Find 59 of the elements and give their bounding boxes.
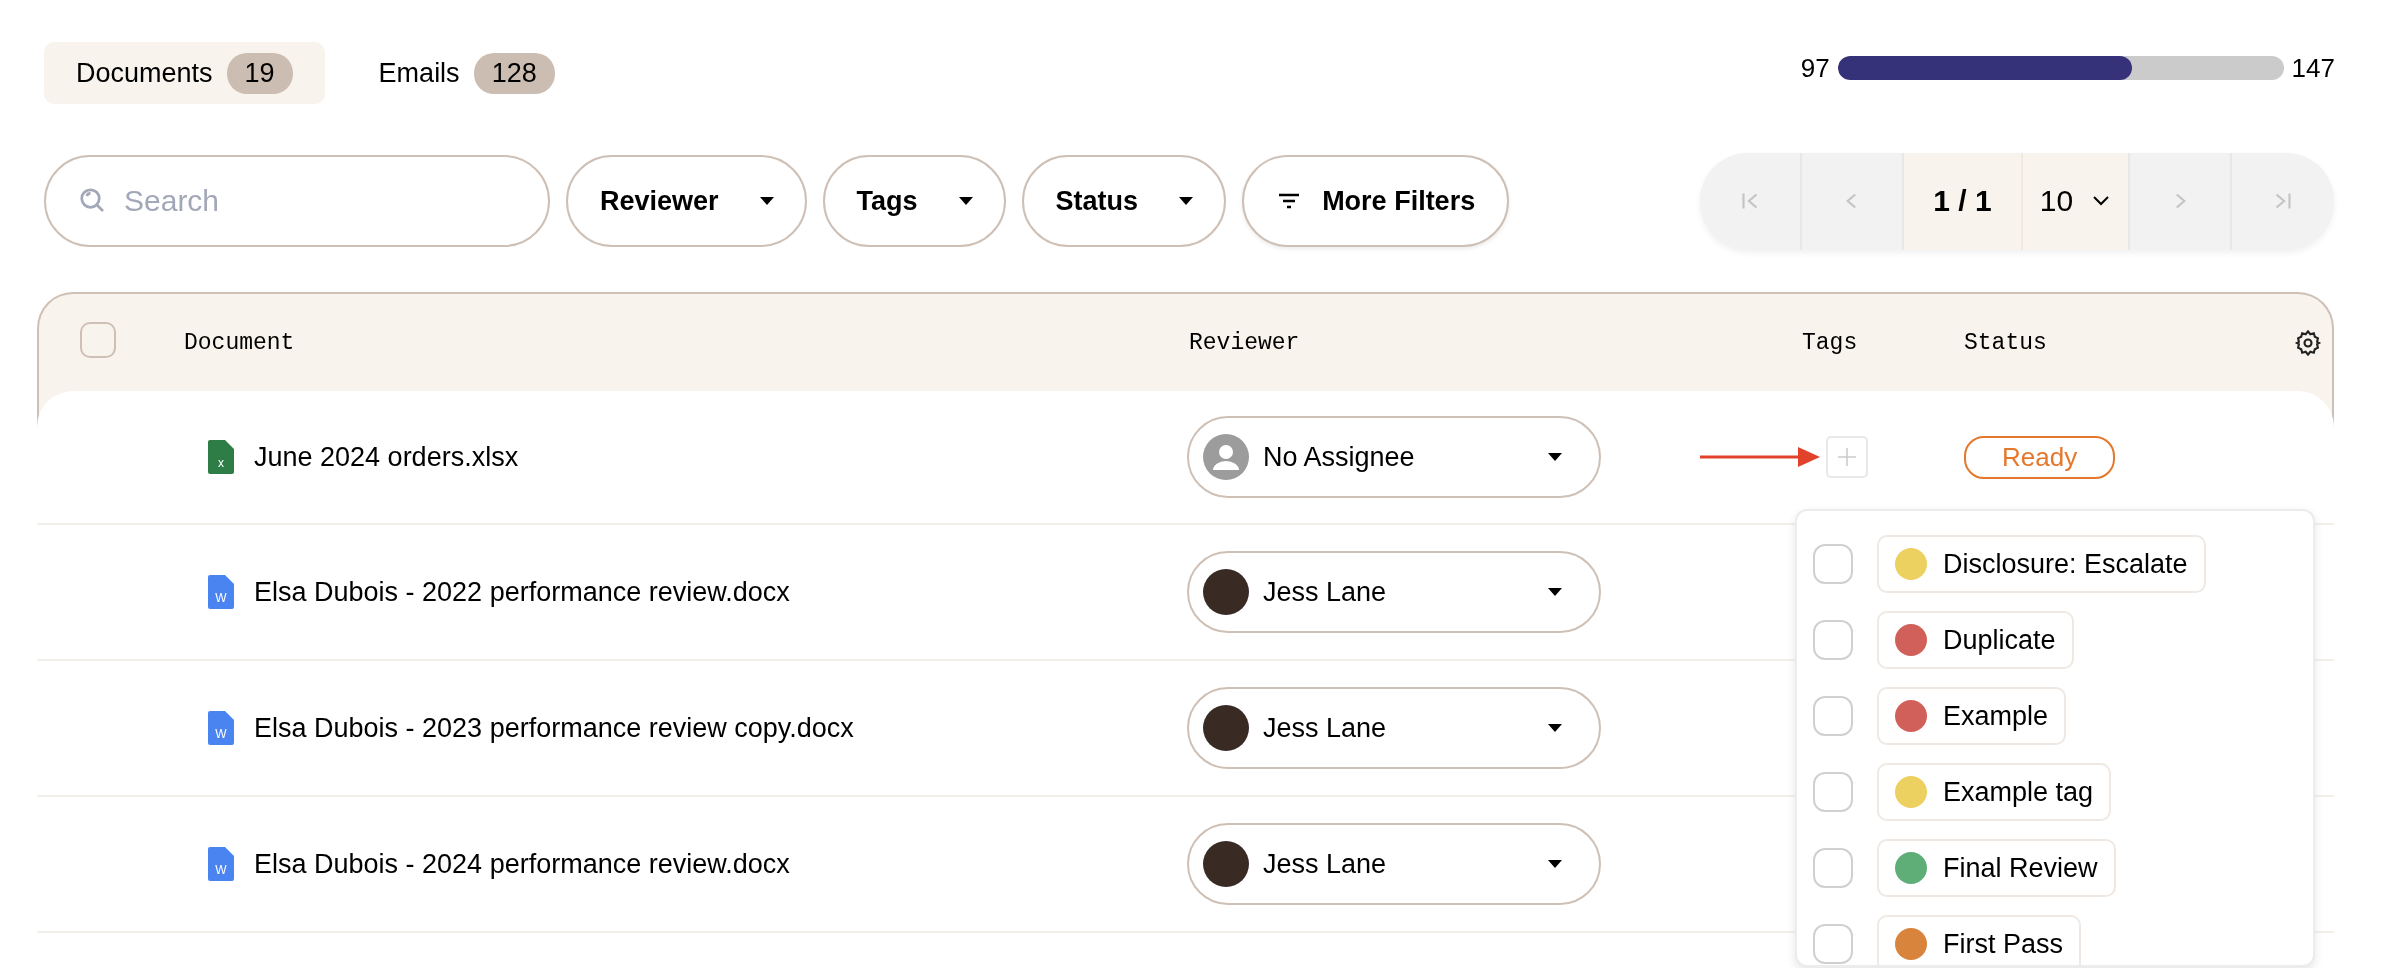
file-icon: W: [208, 847, 234, 881]
filter-dropdown[interactable]: Tags: [822, 155, 1006, 247]
document-name[interactable]: June 2024 orders.xlsx: [254, 441, 519, 473]
select-all-checkbox[interactable]: [79, 321, 116, 358]
progress-end-label: 147: [2291, 52, 2335, 84]
column-header: Reviewer: [1189, 329, 1301, 356]
tab[interactable]: Documents 19: [44, 42, 325, 104]
filter-dropdown[interactable]: Reviewer: [566, 155, 807, 247]
chevron-down-icon: [2091, 195, 2112, 207]
filter-icon: [1278, 193, 1301, 209]
tag-chip[interactable]: Final Review: [1877, 839, 2116, 897]
tag-checkbox[interactable]: [1813, 848, 1853, 888]
reviewer-select[interactable]: No Assignee: [1187, 416, 1601, 498]
caret-icon: [1178, 196, 1195, 206]
search-field[interactable]: Search: [44, 155, 550, 247]
avatar: [1203, 569, 1249, 615]
caret-icon: [957, 196, 974, 206]
column-header: Tags: [1801, 329, 1859, 356]
settings-icon[interactable]: [2294, 328, 2322, 357]
tab[interactable]: Emails 128: [346, 42, 587, 104]
tag-checkbox[interactable]: [1813, 924, 1853, 964]
tag-checkbox[interactable]: [1813, 620, 1853, 660]
count-badge: 19: [226, 52, 293, 94]
caret-icon: [1547, 452, 1563, 462]
tag-checkbox[interactable]: [1813, 544, 1853, 584]
filter-dropdown[interactable]: Status: [1021, 155, 1227, 247]
document-name[interactable]: Elsa Dubois - 2024 performance review.docx: [254, 848, 790, 880]
page-indicator: 1 / 1: [1904, 152, 2023, 250]
status-badge: Ready: [1964, 435, 2116, 479]
tag-chip[interactable]: Example: [1877, 687, 2067, 745]
reviewer-select[interactable]: Jess Lane: [1187, 551, 1601, 633]
caret-icon: [1547, 587, 1563, 597]
file-icon: W: [208, 711, 234, 745]
reviewer-select[interactable]: Jess Lane: [1187, 687, 1601, 769]
file-icon: W: [208, 575, 234, 609]
more-filters-button[interactable]: More Filters: [1242, 155, 1510, 247]
caret-icon: [1547, 859, 1563, 869]
plus-icon: [1837, 447, 1857, 467]
avatar: [1203, 841, 1249, 887]
reviewer-select[interactable]: Jess Lane: [1187, 823, 1601, 905]
tag-checkbox[interactable]: [1813, 696, 1853, 736]
progress-start-label: 97: [1800, 52, 1830, 84]
caret-icon: [1547, 723, 1563, 733]
add-tag-button[interactable]: [1826, 436, 1868, 478]
document-name[interactable]: Elsa Dubois - 2022 performance review.docx: [254, 576, 790, 608]
tag-chip[interactable]: Example tag: [1877, 763, 2112, 821]
tag-chip[interactable]: Duplicate: [1877, 611, 2074, 669]
file-icon: x: [208, 440, 234, 474]
column-header: Document: [184, 329, 296, 356]
avatar: [1203, 705, 1249, 751]
user-silhouette-icon: [1203, 434, 1249, 480]
document-name[interactable]: Elsa Dubois - 2023 performance review copy.docx: [254, 712, 854, 744]
tag-checkbox[interactable]: [1813, 772, 1853, 812]
tag-chip[interactable]: First Pass: [1877, 915, 2081, 965]
column-header: Status: [1963, 329, 2048, 356]
page-size-select[interactable]: 10: [2023, 152, 2130, 250]
count-badge: 128: [473, 52, 555, 94]
tag-chip[interactable]: Disclosure: Escalate: [1877, 535, 2206, 593]
caret-icon: [758, 196, 775, 206]
